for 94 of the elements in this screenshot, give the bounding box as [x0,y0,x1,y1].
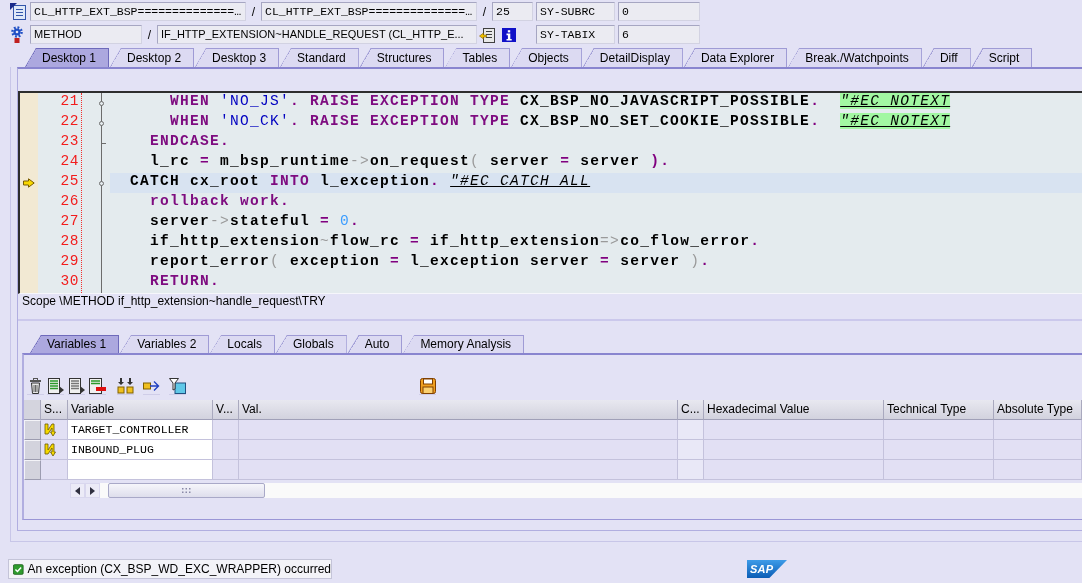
program-field: CL_HTTP_EXT_BSP==============… [30,2,246,21]
table-cell [678,460,704,480]
line-number: 21 [60,93,80,111]
desktop-tab[interactable]: DetailDisplay [582,48,683,67]
caret-left-icon [75,486,80,495]
system-field-value[interactable]: 6 [618,25,700,44]
column-header[interactable]: Technical Type [884,400,994,420]
fold-node-icon[interactable] [99,100,104,106]
desktop-tab[interactable]: Diff [922,48,971,67]
fold-node-icon[interactable] [99,180,104,186]
desktop-tab[interactable]: Objects [511,48,582,67]
trash-icon [29,377,42,394]
toolbar-button[interactable] [419,377,436,395]
column-header[interactable]: Absolute Type [994,400,1082,420]
desktop-tab[interactable]: Tables [445,48,511,67]
list-arrow-icon [68,377,85,394]
code-line: server->stateful = 0. [149,213,362,231]
desktop-tab[interactable]: Structures [359,48,445,67]
system-field-name[interactable]: SY-TABIX [536,25,615,44]
scrollbar-thumb[interactable] [108,483,265,498]
include-field: CL_HTTP_EXT_BSP==============… [261,2,477,21]
line-number: 23 [60,133,80,151]
desktop-tab[interactable]: Standard [280,48,359,67]
desktop-tab[interactable]: Break./Watchpoints [788,48,922,67]
column-header[interactable]: S... [41,400,68,420]
variables-tab[interactable]: Variables 2 [120,335,210,353]
line-number: 24 [60,153,80,171]
column-header[interactable]: Val. [239,400,678,420]
gear-icon [10,26,24,43]
line-number: 30 [60,273,80,291]
variable-name-field[interactable]: INBOUND_PLUG [68,440,213,460]
code-line: if_http_extension~flow_rc = if_http_extension=>co_flow_error. [149,233,762,251]
scroll-right-button[interactable] [85,483,100,498]
line-number: 29 [60,253,80,271]
code-line: ENDCASE. [149,133,232,151]
zigzag-arrow-icon [44,442,56,457]
event-name-field: IF_HTTP_EXTENSION~HANDLE_REQUEST (CL_HTTP_E... [157,25,477,44]
line-number: 27 [60,213,80,231]
system-field-value[interactable]: 0 [618,2,700,21]
table-cell [678,420,704,440]
info-button[interactable] [501,26,517,43]
zigzag-arrow-icon [44,422,56,437]
code-line: rollback work. [149,193,292,211]
desktop-tab[interactable]: Script [971,48,1033,67]
variables-tab[interactable]: Locals [210,335,275,353]
caret-right-icon [90,486,95,495]
code-line: WHEN 'NO_JS'. RAISE EXCEPTION TYPE CX_BSP_NO_JAVASCRIPT_POSSIBLE. "#EC NOTEXT [169,93,952,111]
variable-name-field[interactable]: TARGET_CONTROLLER [68,420,213,440]
path-separator: / [146,27,153,42]
code-line: l_rc = m_bsp_runtime->on_request( server = server ). [149,153,672,171]
event-type-field: METHOD [30,25,142,44]
table-cell [678,440,704,460]
grip-icon [182,488,191,493]
status-message: An exception (CX_BSP_WD_EXC_WRAPPER) occurred [27,562,331,576]
page-button[interactable] [479,26,495,43]
desktop-tab[interactable]: Desktop 1 [25,48,110,67]
table-cell [213,460,239,480]
variables-tab[interactable]: Memory Analysis [403,335,525,353]
line-number: 22 [60,113,80,131]
column-header[interactable]: Hexadecimal Value [704,400,884,420]
down-arrows-icon [117,377,134,394]
line-number: 28 [60,233,80,251]
line-field: 25 [492,2,533,21]
table-cell [213,420,239,440]
scope-path: Scope \METHOD if_http_extension~handle_request\TRY [21,294,327,310]
desktop-tab[interactable]: Desktop 3 [195,48,280,67]
column-header[interactable]: Variable [68,400,213,420]
desktop-tab[interactable]: Desktop 2 [110,48,195,67]
list-arrow-icon [47,377,64,394]
page-arrow-icon [479,26,495,43]
table-cell [213,440,239,460]
variables-tab[interactable]: Auto [347,335,403,353]
code-line: RETURN. [149,273,222,291]
fold-node-icon[interactable] [99,120,104,126]
column-header[interactable]: C... [678,400,704,420]
code-line: WHEN 'NO_CK'. RAISE EXCEPTION TYPE CX_BSP_NO_SET_COOKIE_POSSIBLE. "#EC NOTEXT [169,113,952,131]
scroll-left-button[interactable] [70,483,85,498]
path-separator: / [481,4,488,19]
variables-tab[interactable]: Globals [276,335,347,353]
line-number: 25 [60,173,80,191]
document-icon [10,3,26,20]
system-field-name[interactable]: SY-SUBRC [536,2,615,21]
desktop-tab[interactable]: Data Explorer [683,48,788,67]
variables-tab[interactable]: Variables 1 [30,335,120,353]
list-minus-icon [89,377,106,394]
column-header[interactable]: V... [213,400,239,420]
brand-logo: SAP [747,560,787,578]
code-line: report_error( exception = l_exception server = server ). [149,253,712,271]
line-number: 26 [60,193,80,211]
save-icon [419,377,436,394]
variable-input-field[interactable] [68,460,213,480]
funnel-box-icon [169,377,186,394]
path-separator: / [250,4,257,19]
info-icon [502,27,516,42]
